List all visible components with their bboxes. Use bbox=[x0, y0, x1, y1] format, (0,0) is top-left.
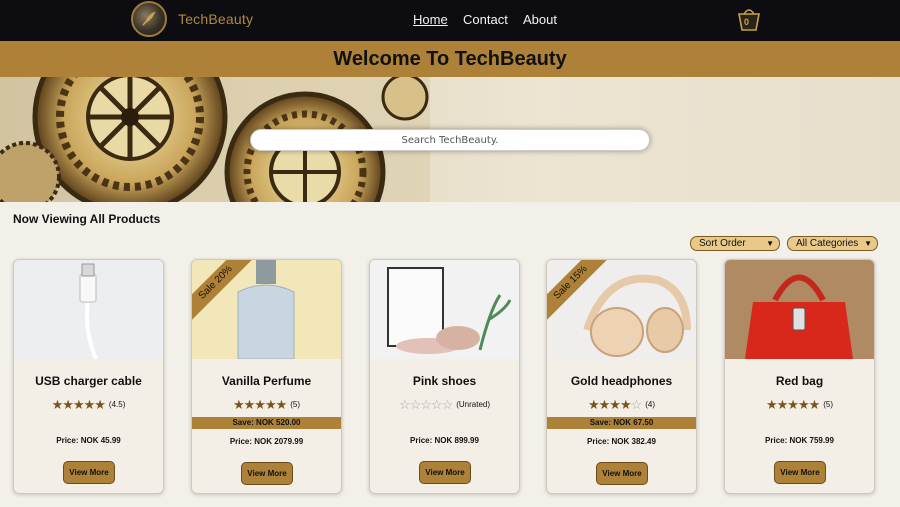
rating-text: (4) bbox=[645, 400, 656, 409]
star-outline-icon: ☆ bbox=[398, 397, 411, 412]
rating-text: (4.5) bbox=[108, 400, 126, 409]
savings-banner: Save: NOK 67.50 bbox=[547, 417, 696, 429]
star-icon: ★ bbox=[797, 397, 810, 412]
rating-stars: ★★★★★ (5) bbox=[725, 397, 874, 412]
price-text: Price: NOK 382.49 bbox=[587, 437, 656, 446]
star-outline-icon: ☆ bbox=[409, 397, 422, 412]
sort-order-select[interactable]: Sort Order ▼ bbox=[690, 236, 780, 251]
logo-icon[interactable] bbox=[131, 1, 167, 37]
top-nav: TechBeauty Home Contact About 0 bbox=[0, 0, 900, 41]
hero-banner bbox=[0, 77, 900, 202]
product-image[interactable] bbox=[14, 260, 163, 359]
nav-link-contact[interactable]: Contact bbox=[463, 12, 508, 27]
search-input[interactable] bbox=[250, 129, 650, 151]
view-more-button[interactable]: View More bbox=[63, 461, 115, 484]
star-outline-icon: ☆ bbox=[630, 397, 643, 412]
product-image[interactable] bbox=[370, 260, 519, 359]
star-outline-icon: ☆ bbox=[420, 397, 432, 412]
savings-banner: Save: NOK 520.00 bbox=[192, 417, 341, 429]
product-image[interactable]: Sale 20% bbox=[192, 260, 341, 359]
star-outline-icon: ☆ bbox=[441, 397, 454, 412]
star-icon: ★ bbox=[598, 397, 611, 412]
price-text: Price: NOK 899.99 bbox=[410, 436, 479, 445]
star-icon: ★ bbox=[275, 397, 288, 412]
star-icon: ★ bbox=[72, 397, 85, 412]
star-icon: ★ bbox=[243, 397, 256, 412]
star-icon: ★ bbox=[765, 397, 778, 412]
product-name[interactable]: USB charger cable bbox=[14, 374, 163, 388]
product-name[interactable]: Red bag bbox=[725, 374, 874, 388]
nav-link-about[interactable]: About bbox=[523, 12, 557, 27]
star-icon: ★ bbox=[776, 397, 789, 412]
star-icon: ★ bbox=[787, 397, 799, 412]
star-icon: ★ bbox=[254, 397, 266, 412]
star-icon: ★ bbox=[51, 397, 64, 412]
product-card[interactable]: Sale 15% Gold headphones ★★★★☆ (4) Save: … bbox=[546, 259, 697, 494]
chevron-down-icon: ▼ bbox=[864, 239, 872, 248]
rating-text: (5) bbox=[290, 400, 301, 409]
star-icon: ★ bbox=[587, 397, 600, 412]
product-card[interactable]: Pink shoes ☆☆☆☆☆ (Unrated) Price: NOK 899… bbox=[369, 259, 520, 494]
product-image[interactable]: Sale 15% bbox=[547, 260, 696, 359]
rating-text: (5) bbox=[823, 400, 834, 409]
cart-count-badge: 0 bbox=[744, 17, 750, 27]
brand-name[interactable]: TechBeauty bbox=[178, 11, 253, 27]
star-icon: ★ bbox=[264, 397, 277, 412]
rating-text: (Unrated) bbox=[456, 400, 491, 409]
star-icon: ★ bbox=[808, 397, 821, 412]
view-more-button[interactable]: View More bbox=[419, 461, 471, 484]
rating-stars: ★★★★★ (5) bbox=[192, 397, 341, 412]
product-image[interactable] bbox=[725, 260, 874, 359]
section-title: Now Viewing All Products bbox=[13, 212, 161, 226]
product-name[interactable]: Gold headphones bbox=[547, 374, 696, 388]
sort-order-value: Sort Order bbox=[699, 238, 746, 249]
shopping-cart-button[interactable]: 0 bbox=[737, 6, 761, 32]
rating-stars: ★★★★★ (4.5) bbox=[14, 397, 163, 412]
product-card[interactable]: Red bag ★★★★★ (5) Price: NOK 759.99 View … bbox=[724, 259, 875, 494]
star-icon: ★ bbox=[232, 397, 245, 412]
category-value: All Categories bbox=[796, 238, 859, 249]
chevron-down-icon: ▼ bbox=[766, 239, 774, 248]
category-select[interactable]: All Categories ▼ bbox=[787, 236, 878, 251]
nav-link-home[interactable]: Home bbox=[413, 12, 448, 27]
view-more-button[interactable]: View More bbox=[774, 461, 826, 484]
product-card[interactable]: USB charger cable ★★★★★ (4.5) Price: NOK … bbox=[13, 259, 164, 494]
view-more-button[interactable]: View More bbox=[596, 462, 648, 485]
star-icon: ★ bbox=[62, 397, 74, 412]
product-name[interactable]: Vanilla Perfume bbox=[192, 374, 341, 388]
star-icon: ★ bbox=[83, 397, 96, 412]
price-text: Price: NOK 759.99 bbox=[765, 436, 834, 445]
price-text: Price: NOK 45.99 bbox=[56, 436, 121, 445]
star-icon: ★ bbox=[94, 397, 106, 412]
product-name[interactable]: Pink shoes bbox=[370, 374, 519, 388]
price-text: Price: NOK 2079.99 bbox=[229, 437, 304, 446]
view-more-button[interactable]: View More bbox=[241, 462, 293, 485]
rating-stars: ★★★★☆ (4) bbox=[547, 397, 696, 412]
product-card[interactable]: Sale 20% Vanilla Perfume ★★★★★ (5) Save: … bbox=[191, 259, 342, 494]
star-outline-icon: ☆ bbox=[430, 397, 443, 412]
welcome-banner: Welcome To TechBeauty bbox=[0, 41, 900, 77]
rating-stars: ☆☆☆☆☆ (Unrated) bbox=[370, 397, 519, 412]
star-icon: ★ bbox=[609, 397, 621, 412]
star-icon: ★ bbox=[619, 397, 632, 412]
